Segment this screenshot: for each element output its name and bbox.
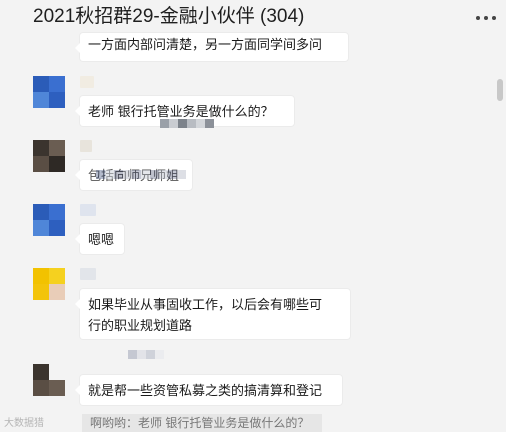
quoted-reply[interactable]: 啊哟哟：老师 银行托管业务是做什么的？ — [82, 414, 322, 432]
avatar[interactable] — [33, 364, 65, 396]
message-text: 如果毕业从事固收工作，以后会有哪些可 行的职业规划道路 — [88, 297, 323, 333]
more-dots-icon[interactable] — [476, 11, 496, 25]
mosaic-blur — [160, 119, 214, 128]
avatar[interactable] — [33, 268, 65, 300]
chat-header: 2021秋招群29-金融小伙伴 (304) — [0, 0, 506, 34]
avatar[interactable] — [33, 140, 65, 172]
message-text: 一方面内部问清楚，另一方面同学间多问 — [88, 37, 323, 52]
scrollbar-thumb[interactable] — [497, 79, 503, 101]
message-bubble: 就是帮一些资管私募之类的搞清算和登记 — [75, 375, 342, 405]
sender-name — [80, 140, 92, 152]
sender-name — [80, 204, 96, 216]
mosaic-blur — [128, 350, 164, 359]
message-text: 嗯嗯 — [88, 232, 115, 247]
message-bubble: 如果毕业从事固收工作，以后会有哪些可 行的职业规划道路 — [75, 289, 350, 339]
chat-title: 2021秋招群29-金融小伙伴 (304) — [33, 6, 305, 27]
mosaic-blur — [96, 170, 186, 179]
watermark: 大数据猎 — [4, 418, 44, 429]
message-bubble: 嗯嗯 — [75, 224, 124, 254]
message-text: 老师 银行托管业务是做什么的？ — [88, 104, 274, 119]
sender-name — [80, 268, 96, 280]
sender-name — [80, 76, 94, 88]
avatar[interactable] — [33, 204, 65, 236]
avatar[interactable] — [33, 76, 65, 108]
message-text: 就是帮一些资管私募之类的搞清算和登记 — [88, 383, 323, 398]
message-bubble: 一方面内部问清楚，另一方面同学间多问 — [75, 33, 348, 61]
